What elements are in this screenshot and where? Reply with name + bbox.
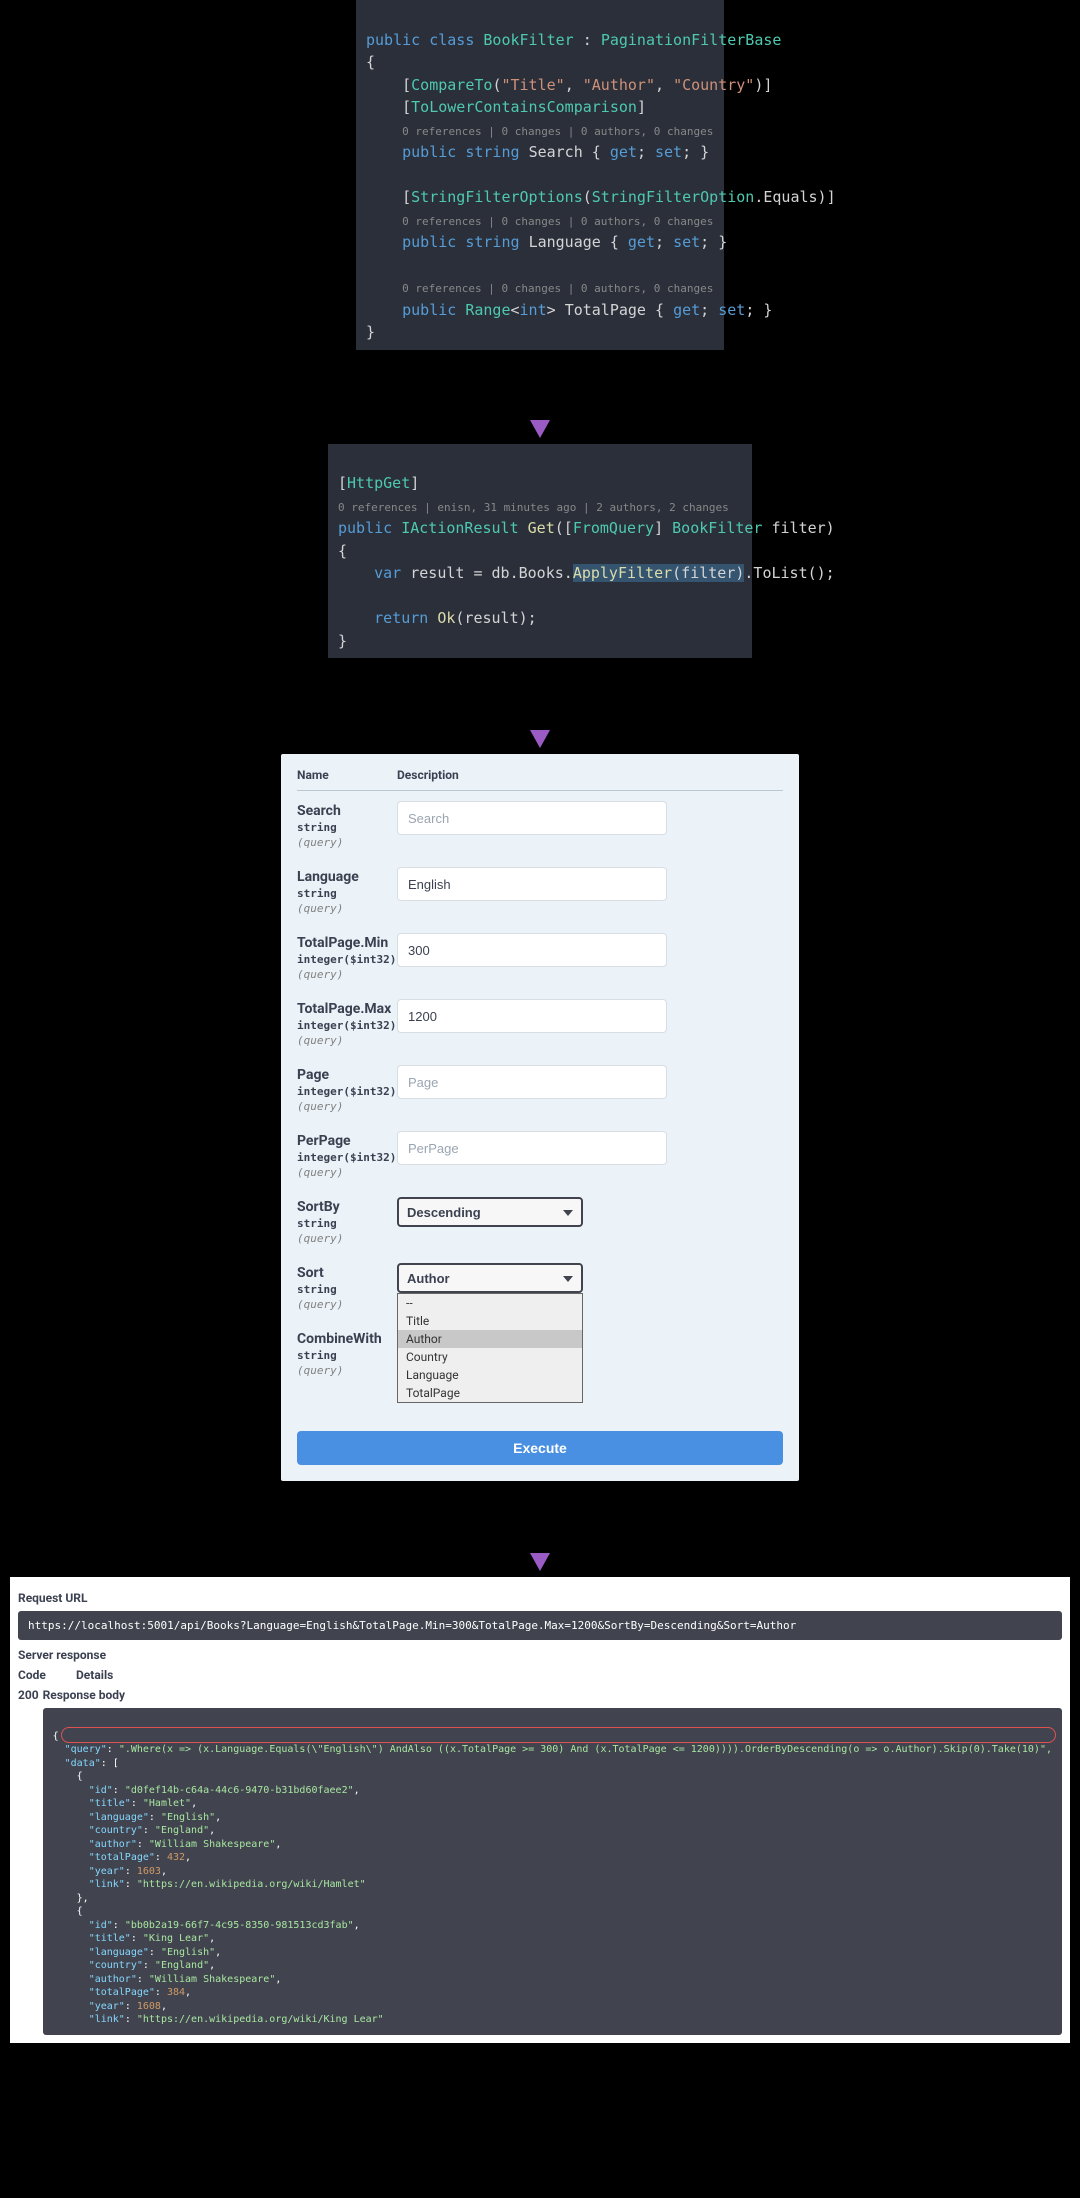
page-input[interactable]: [397, 1065, 667, 1099]
sort-option-author[interactable]: Author: [398, 1330, 582, 1348]
query-highlight-box: [61, 1727, 1056, 1743]
param-sort: Sort string (query) Author -- Title Auth…: [297, 1263, 783, 1311]
code-block-1: public class BookFilter : PaginationFilt…: [356, 0, 724, 350]
param-sortby: SortBy string (query) Descending: [297, 1197, 783, 1245]
arrow-3: [0, 1481, 1080, 1577]
sort-option-country[interactable]: Country: [398, 1348, 582, 1366]
request-url: https://localhost:5001/api/Books?Languag…: [18, 1611, 1062, 1640]
sort-option-language[interactable]: Language: [398, 1366, 582, 1384]
sort-option-none[interactable]: --: [398, 1294, 582, 1312]
language-input[interactable]: [397, 867, 667, 901]
sort-select[interactable]: Author: [397, 1263, 583, 1293]
arrow-2: [0, 658, 1080, 754]
sortby-select[interactable]: Descending: [397, 1197, 583, 1227]
totalpage-max-input[interactable]: [397, 999, 667, 1033]
sort-dropdown: -- Title Author Country Language TotalPa…: [397, 1293, 583, 1403]
param-page: Page integer($int32) (query): [297, 1065, 783, 1113]
param-totalpage-min: TotalPage.Min integer($int32) (query): [297, 933, 783, 981]
response-code: 200: [18, 1688, 43, 2035]
param-language: Language string (query): [297, 867, 783, 915]
server-response-label: Server response: [18, 1648, 1062, 1662]
search-input[interactable]: [397, 801, 667, 835]
header-name: Name: [297, 768, 397, 782]
execute-button[interactable]: Execute: [297, 1431, 783, 1465]
header-description: Description: [397, 768, 459, 782]
param-search: Search string (query): [297, 801, 783, 849]
details-column-header: Details: [76, 1668, 113, 1682]
swagger-header: Name Description: [297, 768, 783, 791]
arrow-1: [0, 350, 1080, 444]
code-column-header: Code: [18, 1668, 76, 1682]
sort-option-totalpage[interactable]: TotalPage: [398, 1384, 582, 1402]
perpage-input[interactable]: [397, 1131, 667, 1165]
sort-option-title[interactable]: Title: [398, 1312, 582, 1330]
param-perpage: PerPage integer($int32) (query): [297, 1131, 783, 1179]
totalpage-min-input[interactable]: [397, 933, 667, 967]
response-body: { "query": ".Where(x => (x.Language.Equa…: [43, 1708, 1062, 2035]
swagger-panel: Name Description Search string (query) L…: [281, 754, 799, 1481]
request-url-label: Request URL: [18, 1591, 1062, 1605]
param-totalpage-max: TotalPage.Max integer($int32) (query): [297, 999, 783, 1047]
response-panel: Request URL https://localhost:5001/api/B…: [10, 1577, 1070, 2043]
response-body-label: Response body: [43, 1688, 1062, 1702]
code-block-2: [HttpGet] 0 references | enisn, 31 minut…: [328, 444, 752, 659]
